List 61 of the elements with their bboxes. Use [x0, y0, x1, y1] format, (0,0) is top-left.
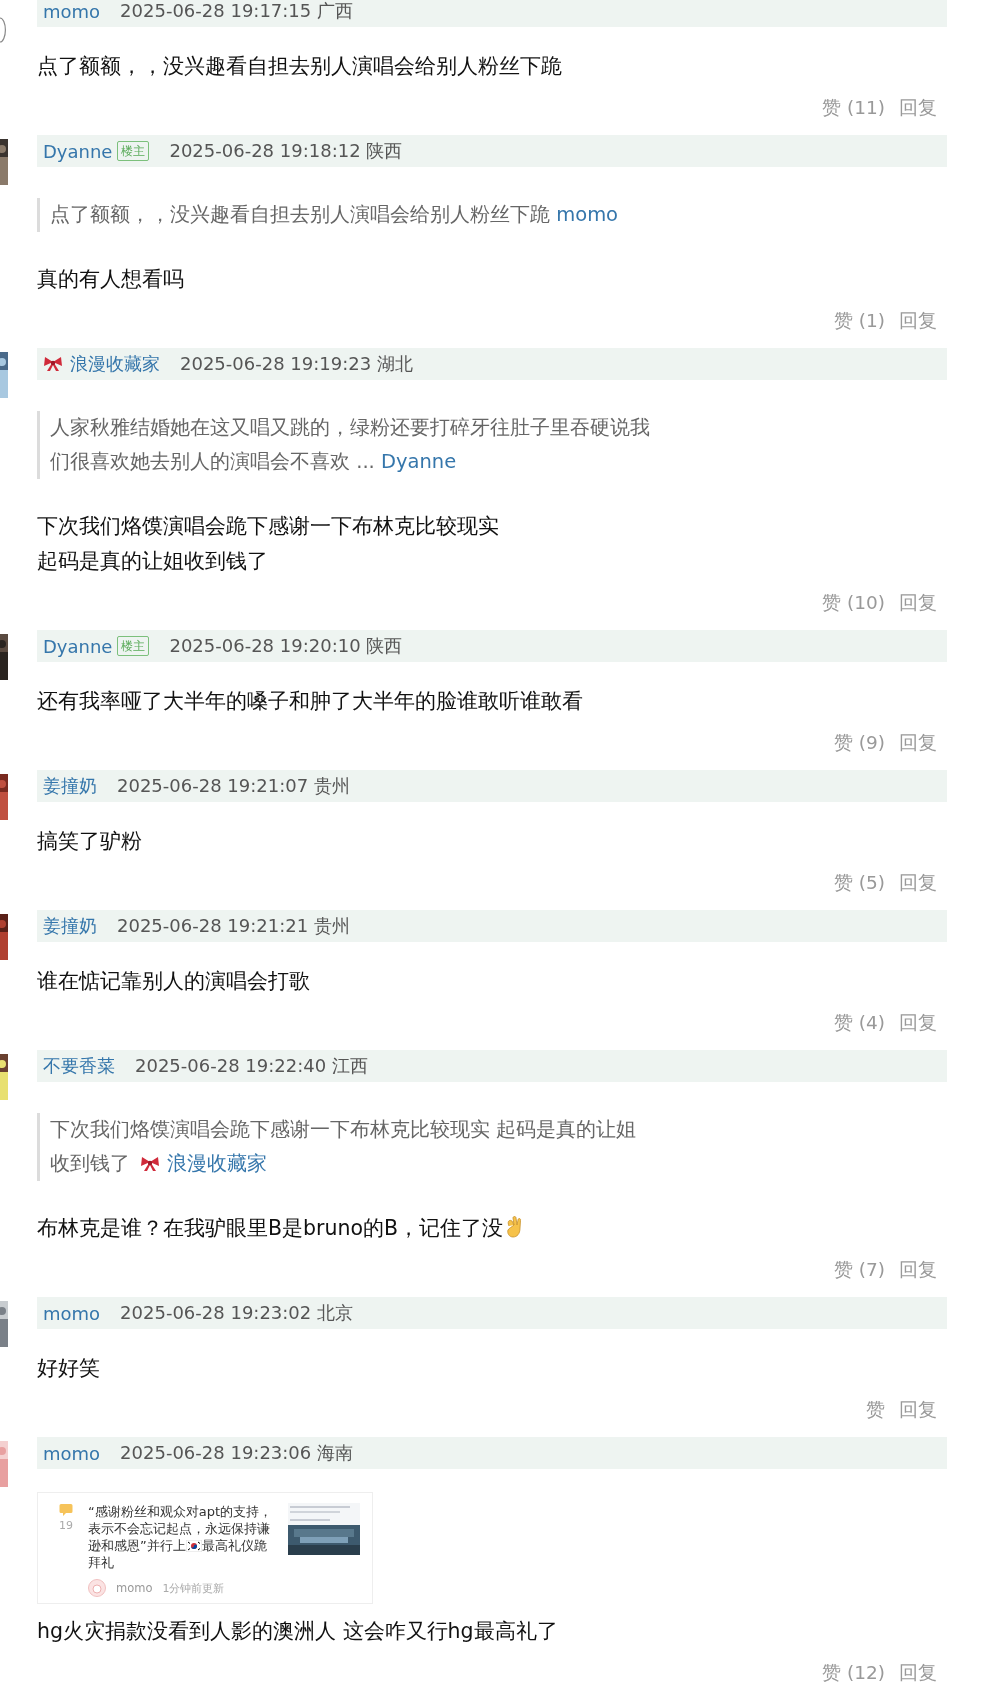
- username-link[interactable]: Dyanne: [43, 140, 113, 162]
- comment-icon: [59, 1503, 73, 1517]
- timestamp: 2025-06-28 19:20:10 陕西: [169, 634, 403, 658]
- username-link[interactable]: momo: [556, 203, 619, 226]
- comment-text: 谁在惦记靠别人的演唱会打歌: [37, 968, 311, 995]
- reply-button[interactable]: 回复: [899, 590, 937, 616]
- timestamp: 2025-06-28 19:21:07 贵州: [117, 774, 350, 798]
- timestamp: 2025-06-28 19:23:02 北京: [120, 1301, 353, 1325]
- quoted-text: 人家秋雅结婚她在这又唱又跳的，绿粉还要打碎牙往肚子里吞硬说我 们很喜欢她去别人的演唱会不喜欢 ... Dyanne: [50, 416, 650, 473]
- quoted-text: 下次我们烙馍演唱会跪下感谢一下布林克比较现实 起码是真的让姐 收到钱了 浪漫收藏家: [50, 1118, 637, 1175]
- comment-text: hg火灾捐款没看到人影的澳洲人 这会咋又行hg最高礼了: [37, 1618, 559, 1645]
- comment-text: 真的有人想看吗: [37, 266, 185, 293]
- comment-count: 19: [59, 1519, 73, 1532]
- quoted-text: 点了额额，，没兴趣看自担去别人演唱会给别人粉丝下跪 momo: [50, 203, 619, 226]
- like-button[interactable]: 赞 (10): [822, 590, 885, 616]
- like-button[interactable]: 赞 (1): [833, 308, 885, 334]
- author-badge: 楼主: [117, 141, 150, 161]
- timestamp: 2025-06-28 19:17:15 广西: [120, 0, 353, 23]
- like-button[interactable]: 赞 (9): [833, 730, 885, 756]
- reply-button[interactable]: 回复: [899, 870, 937, 896]
- username-link[interactable]: 浪漫收藏家: [70, 352, 160, 376]
- comment-text: 点了额额，，没兴趣看自担去别人演唱会给别人粉丝下跪: [37, 53, 563, 80]
- update-time: 1分钟前更新: [162, 1580, 225, 1596]
- username-link[interactable]: Dyanne: [381, 450, 457, 473]
- username-link[interactable]: 姜撞奶: [43, 774, 97, 798]
- username-link[interactable]: 姜撞奶: [43, 914, 97, 938]
- like-button[interactable]: 赞 (5): [833, 870, 885, 896]
- reply-button[interactable]: 回复: [899, 1660, 937, 1686]
- like-button[interactable]: 赞 (4): [833, 1010, 885, 1036]
- reply-button[interactable]: 回复: [899, 308, 937, 334]
- flag-icon: [185, 1540, 202, 1552]
- username-link[interactable]: momo: [43, 1442, 101, 1464]
- reply-button[interactable]: 回复: [899, 1397, 937, 1423]
- reply-button[interactable]: 回复: [899, 730, 937, 756]
- like-button[interactable]: 赞: [866, 1397, 885, 1423]
- card-title: “感谢粉丝和观众对apt的支持，表示不会忘记起点，永远保持谦逊和感恩”并行上 最高礼仪跪拜礼: [88, 1503, 273, 1571]
- timestamp: 2025-06-28 19:22:40 江西: [135, 1054, 368, 1078]
- username-link[interactable]: 不要香菜: [43, 1054, 115, 1078]
- author-badge: 楼主: [117, 636, 150, 656]
- timestamp: 2025-06-28 19:23:06 海南: [120, 1441, 353, 1465]
- username-link[interactable]: momo: [43, 0, 101, 22]
- like-button[interactable]: 赞 (7): [833, 1257, 885, 1283]
- like-button[interactable]: 赞 (12): [822, 1660, 885, 1686]
- comment-text: 好好笑: [37, 1355, 101, 1382]
- comment-text: 下次我们烙馍演唱会跪下感谢一下布林克比较现实 起码是真的让姐收到钱了: [37, 513, 500, 575]
- username-link[interactable]: momo: [43, 1302, 101, 1324]
- reply-button[interactable]: 回复: [899, 1257, 937, 1283]
- avatar-icon: [88, 1579, 106, 1597]
- timestamp: 2025-06-28 19:19:23 湖北: [180, 352, 413, 376]
- card-author: momo: [116, 1581, 153, 1595]
- username-link[interactable]: Dyanne: [43, 635, 113, 657]
- reply-button[interactable]: 回复: [899, 1010, 937, 1036]
- comment-text: 搞笑了驴粉: [37, 828, 143, 855]
- timestamp: 2025-06-28 19:21:21 贵州: [117, 914, 350, 938]
- timestamp: 2025-06-28 19:18:12 陕西: [169, 139, 403, 163]
- comment-text: 还有我率哑了大半年的嗓子和肿了大半年的脸谁敢听谁敢看: [37, 688, 584, 715]
- reply-button[interactable]: 回复: [899, 95, 937, 121]
- like-button[interactable]: 赞 (11): [822, 95, 885, 121]
- link-card[interactable]: 19 “感谢粉丝和观众对apt的支持，表示不会忘记起点，永远保持谦逊和感恩”并行上 最高礼仪跪拜礼 momo 1分钟前更新: [37, 1492, 373, 1604]
- username-link[interactable]: 浪漫收藏家: [167, 1152, 268, 1175]
- comment-text: 布林克是谁？在我驴眼里B是bruno的B，记住了没: [37, 1211, 947, 1246]
